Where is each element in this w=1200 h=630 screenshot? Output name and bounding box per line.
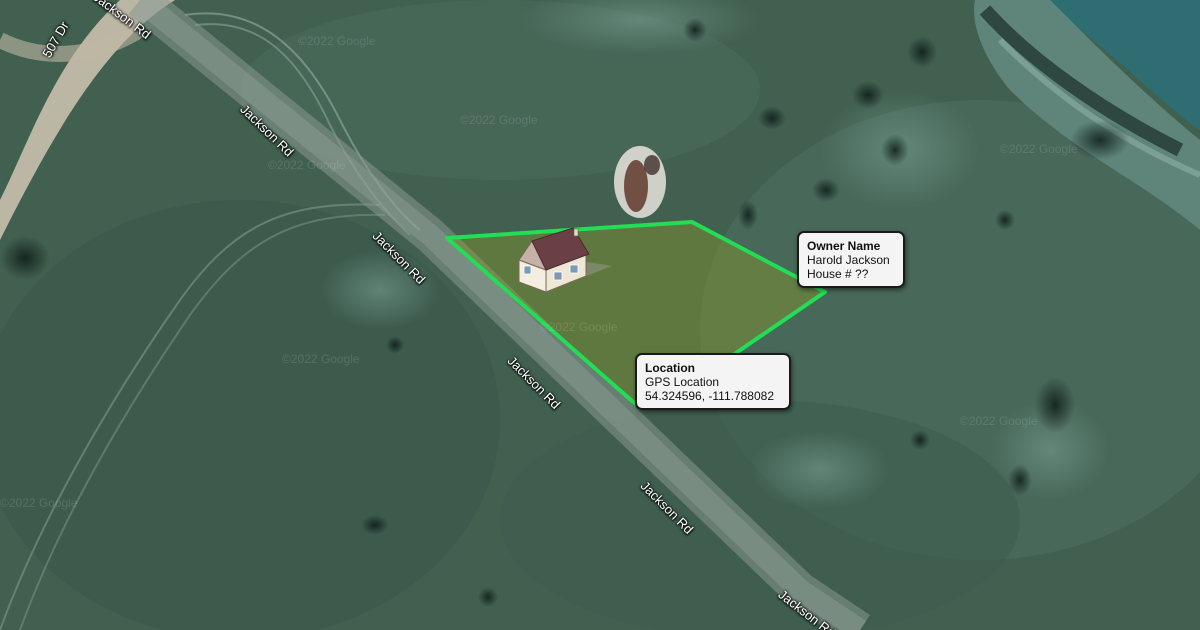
- map-watermark: ©2022 Google: [540, 320, 618, 334]
- map-watermark: ©2022 Google: [1000, 142, 1078, 156]
- map-watermark: ©2022 Google: [460, 113, 538, 127]
- owner-info-callout[interactable]: Owner Name Harold Jackson House # ??: [797, 231, 905, 288]
- owner-callout-title: Owner Name: [807, 239, 881, 253]
- owner-name: Harold Jackson: [807, 253, 890, 267]
- map-watermark: ©2022 Google: [268, 158, 346, 172]
- satellite-map[interactable]: ©2022 Google ©2022 Google ©2022 Google ©…: [0, 0, 1200, 630]
- location-info-callout[interactable]: Location GPS Location 54.324596, -111.78…: [635, 353, 791, 410]
- map-watermark: ©2022 Google: [298, 34, 376, 48]
- map-imagery: [0, 0, 1200, 630]
- map-watermark: ©2022 Google: [0, 496, 78, 510]
- location-callout-title: Location: [645, 361, 695, 375]
- map-watermark: ©2022 Google: [960, 414, 1038, 428]
- gps-label: GPS Location: [645, 375, 720, 389]
- gps-coordinates: 54.324596, -111.788082: [645, 389, 775, 403]
- map-watermark: ©2022 Google: [282, 352, 360, 366]
- house-number: House # ??: [807, 267, 869, 281]
